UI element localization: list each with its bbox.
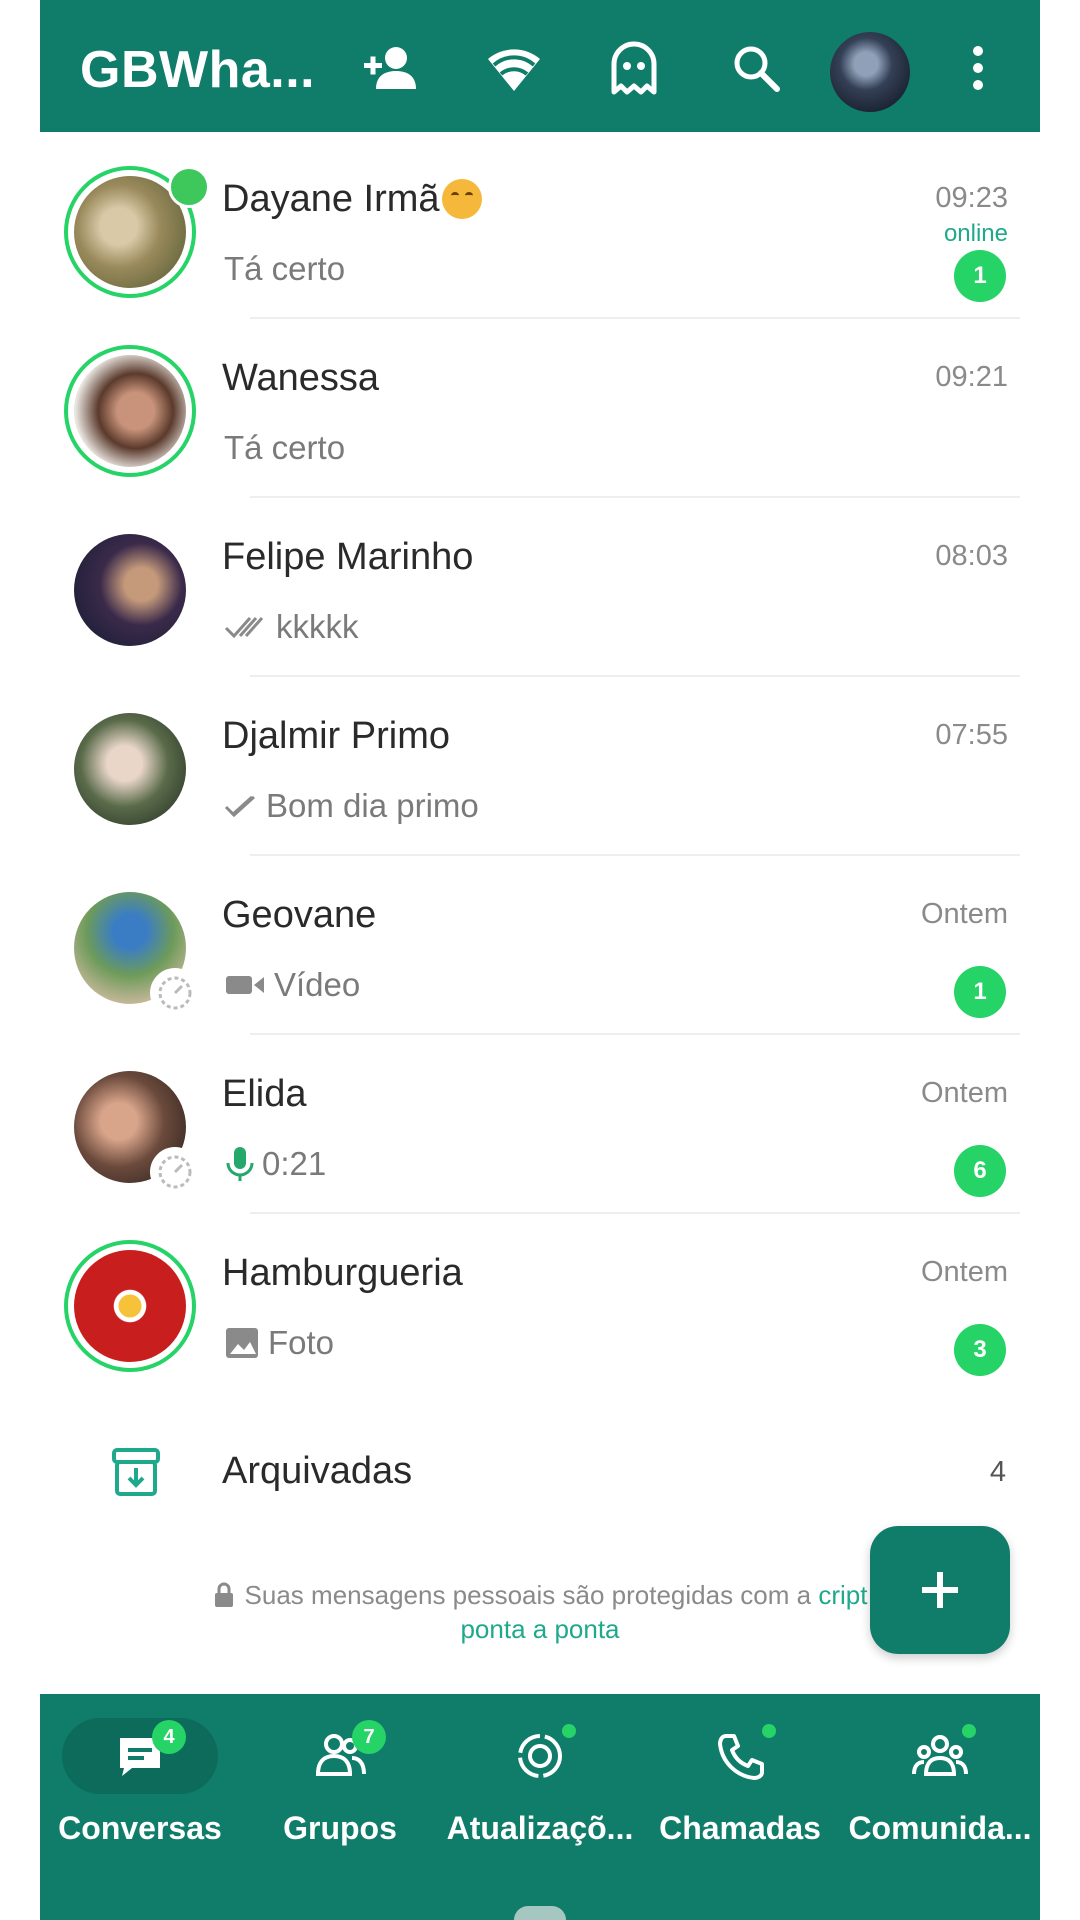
- app-screen: GBWha... Dayane Irmã Tá certo 09:23 onli…: [40, 0, 1040, 1920]
- chat-name: Hamburgueria: [222, 1252, 463, 1294]
- chat-time: 07:55: [935, 719, 1008, 751]
- nav-label: Conversas: [58, 1810, 222, 1846]
- add-contact-icon[interactable]: [360, 36, 424, 100]
- chat-row[interactable]: Hamburgueria Foto Ontem 3: [40, 1214, 1040, 1393]
- nav-conversas[interactable]: 4 Conversas: [40, 1718, 240, 1868]
- chat-name: Felipe Marinho: [222, 536, 474, 578]
- archived-label: Arquivadas: [222, 1450, 413, 1492]
- contact-avatar[interactable]: [68, 707, 192, 831]
- contact-avatar[interactable]: [64, 345, 196, 477]
- chat-preview: 0:21: [224, 1145, 326, 1183]
- avatar-photo: [74, 355, 186, 467]
- home-gesture-handle[interactable]: [514, 1906, 566, 1920]
- nav-badge: 7: [352, 1720, 386, 1754]
- chat-preview: Bom dia primo: [224, 787, 479, 825]
- status-timer-icon: [150, 1147, 200, 1197]
- nav-label: Chamadas: [659, 1810, 821, 1846]
- nav-dot: [562, 1724, 576, 1738]
- nav-label: Comunida...: [848, 1810, 1032, 1846]
- status-timer-icon: [150, 968, 200, 1018]
- nav-chamadas[interactable]: Chamadas: [640, 1718, 840, 1868]
- photo-icon: [226, 1328, 258, 1358]
- chat-row[interactable]: Djalmir Primo Bom dia primo 07:55: [40, 677, 1040, 856]
- plus-icon: [922, 1572, 958, 1608]
- nav-dot: [962, 1724, 976, 1738]
- avatar-photo: [74, 713, 186, 825]
- unread-badge: 6: [954, 1145, 1006, 1197]
- archive-icon: [112, 1448, 160, 1496]
- communities-icon: [912, 1735, 968, 1776]
- wifi-icon[interactable]: [482, 36, 546, 100]
- chat-name: Dayane Irmã: [222, 178, 482, 221]
- double-check-icon: [224, 617, 264, 639]
- microphone-icon: [226, 1147, 254, 1181]
- top-app-bar: GBWha...: [40, 0, 1040, 132]
- chat-preview: kkkkk: [224, 608, 359, 646]
- profile-avatar[interactable]: [830, 32, 910, 112]
- bottom-navigation: 4 Conversas 7 Grupos Atualizaçõ... Chama…: [40, 1694, 1040, 1920]
- phone-icon: [718, 1734, 764, 1780]
- chat-time: Ontem: [920, 1077, 1008, 1109]
- archived-row[interactable]: Arquivadas 4: [40, 1412, 1040, 1532]
- chat-name: Geovane: [222, 894, 377, 936]
- ghost-icon[interactable]: [602, 36, 666, 100]
- nav-badge: 4: [152, 1720, 186, 1754]
- nav-dot: [762, 1724, 776, 1738]
- chat-time: 08:03: [935, 540, 1008, 572]
- chat-row[interactable]: Geovane Vídeo Ontem 1: [40, 856, 1040, 1035]
- encryption-link[interactable]: cript: [818, 1580, 867, 1610]
- archived-count: 4: [989, 1456, 1006, 1488]
- left-margin: [0, 0, 40, 1920]
- online-indicator: [168, 166, 210, 208]
- chat-time: Ontem: [920, 1256, 1008, 1288]
- contact-avatar[interactable]: [68, 1065, 200, 1197]
- nav-label: Grupos: [283, 1810, 397, 1846]
- chat-time: Ontem: [920, 898, 1008, 930]
- contact-avatar[interactable]: [64, 166, 210, 298]
- updates-icon: [518, 1734, 562, 1778]
- right-margin: [1040, 0, 1080, 1920]
- chat-name: Djalmir Primo: [222, 715, 450, 757]
- search-icon[interactable]: [724, 36, 788, 100]
- new-chat-button[interactable]: [870, 1526, 1010, 1654]
- nav-atualizacoes[interactable]: Atualizaçõ...: [440, 1718, 640, 1868]
- unread-badge: 1: [954, 966, 1006, 1018]
- chat-preview: Vídeo: [224, 966, 360, 1004]
- chat-row[interactable]: Elida 0:21 Ontem 6: [40, 1035, 1040, 1214]
- unread-badge: 1: [954, 250, 1006, 302]
- chat-time: 09:21: [935, 361, 1008, 393]
- chat-preview: Tá certo: [224, 429, 346, 466]
- video-icon: [226, 976, 264, 994]
- chat-preview: Foto: [224, 1324, 334, 1362]
- avatar-photo: [74, 534, 186, 646]
- chat-row[interactable]: Felipe Marinho kkkkk 08:03: [40, 498, 1040, 677]
- contact-avatar[interactable]: [68, 528, 192, 652]
- single-check-icon: [224, 795, 256, 818]
- nav-comunidades[interactable]: Comunida...: [840, 1718, 1040, 1868]
- smiling-emoji-icon: [441, 179, 482, 219]
- contact-avatar[interactable]: [68, 886, 200, 1018]
- unread-badge: 3: [954, 1324, 1006, 1376]
- app-title: GBWha...: [80, 41, 316, 99]
- chat-preview: Tá certo: [224, 250, 346, 287]
- lock-icon: [214, 1582, 233, 1607]
- contact-avatar[interactable]: [64, 1240, 196, 1372]
- nav-label: Atualizaçõ...: [446, 1810, 634, 1846]
- more-options-icon[interactable]: [960, 36, 996, 100]
- chat-row[interactable]: Dayane Irmã Tá certo 09:23 online 1: [40, 140, 1040, 319]
- avatar-photo: [74, 1250, 186, 1362]
- chat-row[interactable]: Wanessa Tá certo 09:21: [40, 319, 1040, 498]
- nav-grupos[interactable]: 7 Grupos: [240, 1718, 440, 1868]
- online-status-label: online: [943, 220, 1008, 247]
- chat-name: Wanessa: [222, 357, 379, 399]
- chat-time: 09:23: [935, 182, 1008, 214]
- encryption-text: Suas mensagens pessoais são protegidas c…: [244, 1580, 819, 1610]
- chat-name: Elida: [222, 1073, 307, 1115]
